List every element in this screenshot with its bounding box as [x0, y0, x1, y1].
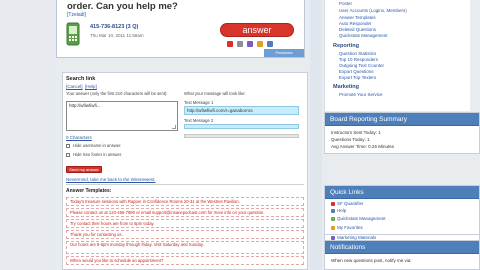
hide-footer-checkbox[interactable] — [66, 153, 70, 157]
divider — [66, 184, 304, 185]
sidebar-strip — [310, 0, 322, 270]
menu-item-question-statistics[interactable]: Question Statistics — [339, 51, 376, 56]
quick-links-title: Quick Links — [325, 186, 479, 199]
menu-item-user-accounts[interactable]: User Accounts (Logins, Members) — [339, 8, 407, 13]
answer-text: http://wfiwfiwfi... — [69, 103, 101, 108]
link-icon — [331, 217, 335, 221]
quick-link[interactable]: My Favorites — [337, 225, 363, 230]
answer-textarea[interactable]: http://wfiwfiwfi... — [66, 101, 178, 131]
message-1-label: Text Message 1 — [184, 100, 214, 105]
message-1-preview: http://wfiwfiwfi.com/r=ganaborros — [184, 106, 299, 115]
send-answer-button[interactable]: Send my answer — [66, 166, 102, 173]
person-icon[interactable] — [237, 41, 243, 47]
quick-link[interactable]: SF Quantifier — [337, 201, 364, 206]
message-2-label: Text Message 2 — [184, 118, 214, 123]
link-icon — [331, 226, 335, 230]
resize-handle[interactable] — [172, 125, 176, 129]
template-item[interactable]: When would you like to schedule an appoi… — [66, 256, 304, 265]
question-date: Thu Mar 10, 2011 11:58am — [90, 33, 144, 38]
menu-item-deleted-questions[interactable]: Deleted Questions — [339, 27, 376, 32]
menu-item-answer-templates[interactable]: Answer Templates — [339, 15, 376, 20]
menu-item-outgoing-text[interactable]: Outgoing Text Counter — [339, 63, 384, 68]
answer-panel: Search link [Cancel] [Help] Your answer … — [62, 72, 308, 270]
phone-icon — [66, 22, 80, 46]
flag-icon[interactable] — [227, 41, 233, 47]
template-item[interactable]: Today's treasure sessions with Rapper in… — [66, 197, 304, 206]
summary-line: Avg Answer Time: 0.25 Minutes — [331, 144, 394, 149]
templates-title: Answer Templates: — [66, 188, 112, 194]
link-icon — [331, 202, 335, 206]
template-item[interactable]: Try contact their hours are from to 6pm … — [66, 219, 304, 228]
hide-username-checkbox[interactable] — [66, 144, 70, 148]
board-summary-box: Board Reporting Summary Instructors Sent… — [324, 112, 480, 154]
phone-number: 415-736-8123 (3 Q) — [90, 24, 139, 30]
quick-link[interactable]: Help — [337, 208, 346, 213]
hide-footer-label: Hide Seo footer in answer. — [73, 152, 123, 157]
message-2-preview — [184, 124, 299, 129]
menu-item-export-questions[interactable]: Export Questions — [339, 69, 374, 74]
notifications-title: Notifications — [325, 241, 479, 254]
summary-line: Instructors Sent Today: 1 — [331, 130, 381, 135]
marketing-heading: Marketing — [333, 84, 359, 90]
sidebar-column: Poster User Accounts (Logins, Members) A… — [310, 0, 480, 270]
notifications-text: When new questions post, notify me via: — [331, 258, 412, 263]
question-tag[interactable]: [Tzeiadi] — [67, 12, 86, 18]
panel-title: Search link — [66, 76, 96, 82]
summary-line: Questions Today: 1 — [331, 137, 370, 142]
template-item[interactable]: Please contact us at 123-456-7890 or ema… — [66, 208, 304, 217]
star-icon[interactable] — [257, 41, 263, 47]
main-column: order. Can you help me? [Tzeiadi] 415-73… — [0, 0, 310, 270]
question-text: order. Can you help me? — [67, 1, 178, 12]
quick-links-box: Quick Links SF Quantifier Help Quickstat… — [324, 185, 480, 235]
menu-item-poster[interactable]: Poster — [339, 1, 352, 6]
cancel-link[interactable]: [Cancel] — [66, 84, 83, 89]
mail-icon[interactable] — [267, 41, 273, 47]
question-action-icons — [227, 41, 273, 47]
tag-icon[interactable] — [247, 41, 253, 47]
link-icon — [331, 209, 335, 213]
answer-templates: Today's treasure sessions with Rapper in… — [66, 197, 304, 269]
answer-hint: Your answer (only the first 210 characte… — [66, 91, 168, 96]
help-link[interactable]: [Help] — [85, 84, 97, 89]
menu-item-promote[interactable]: Promote Your Service — [339, 92, 383, 97]
page: order. Can you help me? [Tzeiadi] 415-73… — [0, 0, 480, 270]
template-item[interactable]: Our hours are 9-5pm monday through frida… — [66, 241, 304, 254]
hide-username-label: Hide username in answer. — [73, 143, 122, 148]
reporting-heading: Reporting — [333, 43, 359, 49]
back-link[interactable]: Nevermind, take me back to the Wirenewes… — [66, 177, 156, 182]
char-count: 0 Characters — [66, 135, 92, 140]
admin-menu: Poster User Accounts (Logins, Members) A… — [324, 0, 470, 111]
template-item[interactable]: Thank you for contacting us. — [66, 230, 304, 239]
preview-scrollbar[interactable] — [184, 134, 299, 138]
answer-button[interactable]: answer — [220, 23, 294, 37]
left-gutter — [0, 0, 56, 270]
question-card: order. Can you help me? [Tzeiadi] 415-73… — [56, 0, 305, 58]
menu-item-quickstats[interactable]: Quickstats Management — [339, 33, 388, 38]
menu-item-top-responders[interactable]: Top 10 Responders — [339, 57, 378, 62]
menu-item-export-texters[interactable]: Export Top Texters — [339, 75, 376, 80]
menu-item-auto-responder[interactable]: Auto Responder — [339, 21, 372, 26]
quick-link[interactable]: Quickstats Management — [337, 216, 386, 221]
board-summary-title: Board Reporting Summary — [325, 113, 479, 126]
preview-label: What your message will look like: — [184, 91, 246, 96]
notifications-box: Notifications When new questions post, n… — [324, 240, 480, 270]
card-footer-link[interactable]: Petaluma — [264, 49, 304, 57]
